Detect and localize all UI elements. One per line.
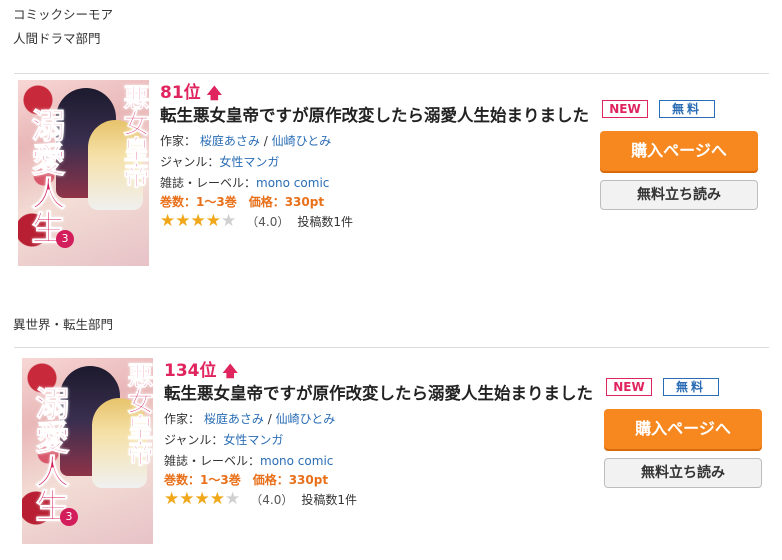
star-filled-icon: ★ xyxy=(209,489,225,509)
author-row: 作家： 桜庭あさみ / 仙崎ひとみ xyxy=(164,410,335,427)
book-cover[interactable]: 溺愛人生 悪女皇帝 3 xyxy=(22,358,153,544)
cover-title-main: 溺愛人生 xyxy=(29,386,70,523)
price: 価格：330pt xyxy=(248,195,325,209)
rating-score: （4.0） xyxy=(250,493,294,507)
rating-score: （4.0） xyxy=(246,215,290,229)
free-badge: 無料 xyxy=(663,378,719,396)
magazine-label: 雑誌・レーベル： xyxy=(160,176,257,190)
rank-value: 81位 xyxy=(160,83,201,103)
book-title-link[interactable]: 転生悪女皇帝ですが原作改変したら溺愛人生始まりました xyxy=(164,380,593,404)
author-link-1[interactable]: 桜庭あさみ xyxy=(204,412,264,426)
free-preview-button[interactable]: 無料立ち読み xyxy=(604,458,762,488)
book-cover[interactable]: 溺愛人生 悪女皇帝 3 xyxy=(18,80,149,266)
cover-title-main: 溺愛人生 xyxy=(25,108,66,245)
star-empty-icon: ★ xyxy=(221,211,237,231)
free-preview-button[interactable]: 無料立ち読み xyxy=(600,180,758,210)
genre-label: ジャンル： xyxy=(164,433,224,447)
star-filled-icon: ★ xyxy=(194,489,210,509)
section-label-isekai: 異世界・転生部門 xyxy=(13,317,114,332)
ranking-card: 溺愛人生 悪女皇帝 3 81位 🡅 転生悪女皇帝ですが原作改変したら溺愛人生始まり… xyxy=(18,78,778,268)
genre-label: ジャンル： xyxy=(160,155,220,169)
author-link-2[interactable]: 仙崎ひとみ xyxy=(276,412,336,426)
genre-link[interactable]: 女性マンガ xyxy=(219,155,279,169)
site-name: コミックシーモア xyxy=(13,7,114,22)
cover-volume-badge: 3 xyxy=(56,230,74,248)
rating-row: ★ ★ ★ ★ ★ （4.0） 投稿数1件 xyxy=(164,491,357,508)
review-count-link[interactable]: 投稿数1件 xyxy=(301,491,357,508)
rating-row: ★ ★ ★ ★ ★ （4.0） 投稿数1件 xyxy=(160,213,353,230)
genre-row: ジャンル：女性マンガ xyxy=(160,153,279,170)
magazine-row: 雑誌・レーベル：mono comic xyxy=(160,174,329,191)
star-filled-icon: ★ xyxy=(160,211,176,231)
review-count-link[interactable]: 投稿数1件 xyxy=(297,213,353,230)
author-label: 作家： xyxy=(160,134,197,148)
new-badge: NEW xyxy=(606,378,652,396)
buy-page-button[interactable]: 購入ページへ xyxy=(604,409,762,449)
section-divider xyxy=(14,347,769,348)
rating-stars: ★ ★ ★ ★ ★ xyxy=(164,491,240,508)
rating-stars: ★ ★ ★ ★ ★ xyxy=(160,213,236,230)
arrow-up-icon: 🡅 xyxy=(222,362,238,380)
magazine-link[interactable]: mono comic xyxy=(256,176,329,190)
star-filled-icon: ★ xyxy=(164,489,180,509)
free-badge: 無料 xyxy=(659,100,715,118)
buy-page-button[interactable]: 購入ページへ xyxy=(600,131,758,171)
star-filled-icon: ★ xyxy=(190,211,206,231)
author-link-2[interactable]: 仙崎ひとみ xyxy=(272,134,332,148)
author-link-1[interactable]: 桜庭あさみ xyxy=(200,134,260,148)
star-empty-icon: ★ xyxy=(225,489,241,509)
genre-row: ジャンル：女性マンガ xyxy=(164,431,283,448)
cover-volume-badge: 3 xyxy=(60,508,78,526)
star-filled-icon: ★ xyxy=(175,211,191,231)
volume-price-row: 巻数：1〜3巻 価格：330pt xyxy=(164,471,340,488)
cover-title-sub: 悪女皇帝 xyxy=(123,362,153,467)
genre-link[interactable]: 女性マンガ xyxy=(223,433,283,447)
star-filled-icon: ★ xyxy=(179,489,195,509)
price: 価格：330pt xyxy=(252,473,329,487)
author-separator: / xyxy=(263,134,268,148)
volume-price-row: 巻数：1〜3巻 価格：330pt xyxy=(160,193,336,210)
book-title-link[interactable]: 転生悪女皇帝ですが原作改変したら溺愛人生始まりました xyxy=(160,102,589,126)
magazine-link[interactable]: mono comic xyxy=(260,454,333,468)
arrow-up-icon: 🡅 xyxy=(206,84,223,102)
section-label-human-drama: 人間ドラマ部門 xyxy=(13,31,101,46)
cover-title-sub: 悪女皇帝 xyxy=(119,84,149,189)
rank-value: 134位 xyxy=(164,361,217,381)
author-separator: / xyxy=(267,412,272,426)
magazine-row: 雑誌・レーベル：mono comic xyxy=(164,452,333,469)
new-badge: NEW xyxy=(602,100,648,118)
volume-count: 巻数：1〜3巻 xyxy=(160,195,237,209)
author-row: 作家： 桜庭あさみ / 仙崎ひとみ xyxy=(160,132,331,149)
author-label: 作家： xyxy=(164,412,201,426)
star-filled-icon: ★ xyxy=(205,211,221,231)
magazine-label: 雑誌・レーベル： xyxy=(164,454,261,468)
ranking-card: 溺愛人生 悪女皇帝 3 134位 🡅 転生悪女皇帝ですが原作改変したら溺愛人生始ま… xyxy=(22,356,782,546)
volume-count: 巻数：1〜3巻 xyxy=(164,473,241,487)
section-divider xyxy=(14,73,769,74)
